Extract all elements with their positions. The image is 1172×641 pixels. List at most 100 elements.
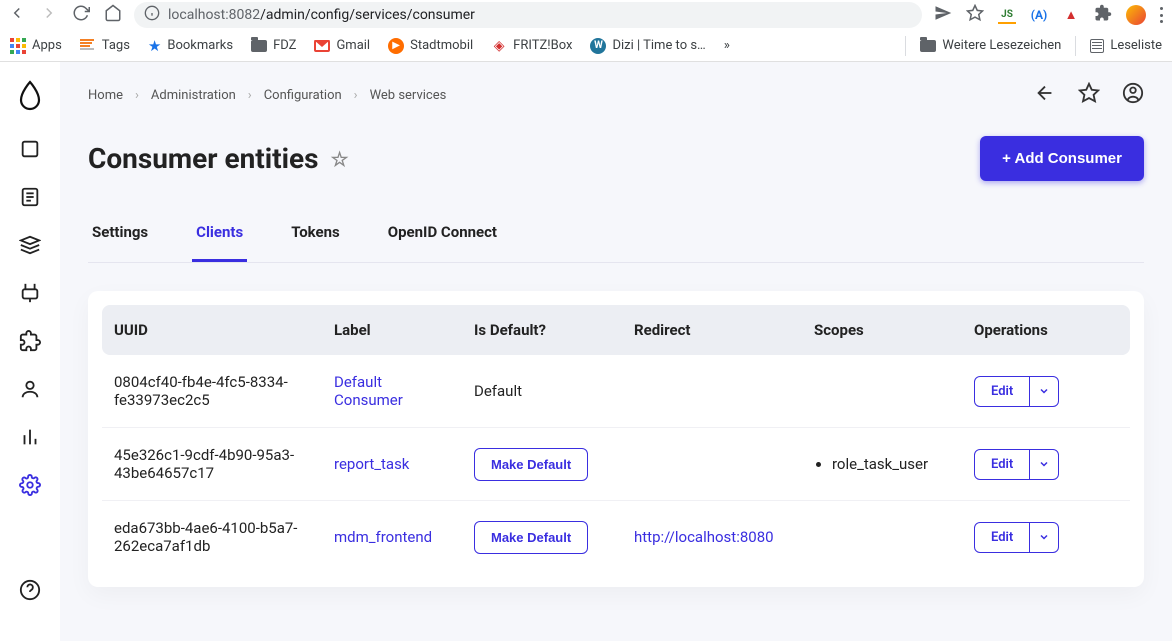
consumers-table-card: UUID Label Is Default? Redirect Scopes O…: [88, 291, 1144, 587]
admin-sidebar: [0, 62, 60, 641]
bookmark-tags[interactable]: Tags: [80, 38, 130, 53]
bookmark-apps[interactable]: Apps: [10, 38, 62, 54]
dropdown-toggle[interactable]: [1029, 377, 1058, 406]
chevron-right-icon: ›: [135, 88, 139, 103]
sidebar-item-content[interactable]: [19, 138, 41, 160]
menu-icon[interactable]: [1160, 7, 1164, 23]
sidebar-item-appearance[interactable]: [19, 234, 41, 256]
extension-alert-icon[interactable]: ▲: [1062, 6, 1080, 24]
extension-js-icon[interactable]: JS: [998, 6, 1016, 24]
tab-settings[interactable]: Settings: [88, 211, 152, 262]
tabs: Settings Clients Tokens OpenID Connect: [88, 211, 1144, 263]
bookmarks-bar: Apps Tags ★Bookmarks FDZ Gmail ▶Stadtmob…: [0, 30, 1172, 62]
main-content: Home › Administration › Configuration › …: [60, 62, 1172, 641]
forward-button[interactable]: [40, 4, 58, 26]
sidebar-item-config[interactable]: [19, 474, 41, 496]
bookmark-star-icon[interactable]: [966, 4, 984, 26]
dropdown-toggle[interactable]: [1029, 450, 1058, 479]
edit-button-label[interactable]: Edit: [975, 523, 1029, 552]
reload-button[interactable]: [72, 4, 90, 26]
breadcrumb-config[interactable]: Configuration: [264, 88, 342, 103]
table-row: eda673bb-4ae6-4100-b5a7-262eca7af1db mdm_…: [102, 501, 1130, 574]
cell-operations: Edit: [962, 355, 1130, 428]
cell-uuid: 0804cf40-fb4e-4fc5-8334-fe33973ec2c5: [102, 355, 322, 428]
bookmark-leseliste[interactable]: Leseliste: [1090, 38, 1162, 53]
favorite-star-button[interactable]: [1078, 82, 1100, 108]
send-icon[interactable]: [934, 4, 952, 26]
sidebar-item-modules[interactable]: [19, 330, 41, 352]
cell-redirect: [622, 355, 802, 428]
home-button[interactable]: [104, 4, 122, 26]
breadcrumb-home[interactable]: Home: [88, 88, 123, 103]
consumer-label-link[interactable]: Default Consumer: [334, 373, 403, 409]
bookmark-gmail[interactable]: Gmail: [314, 38, 370, 53]
make-default-button[interactable]: Make Default: [474, 448, 588, 481]
table-row: 0804cf40-fb4e-4fc5-8334-fe33973ec2c5 Defa…: [102, 355, 1130, 428]
extension-a-icon[interactable]: (A): [1030, 6, 1048, 24]
breadcrumb-webservices[interactable]: Web services: [370, 88, 447, 103]
edit-button-label[interactable]: Edit: [975, 377, 1029, 406]
col-scopes: Scopes: [802, 305, 962, 355]
cell-uuid: eda673bb-4ae6-4100-b5a7-262eca7af1db: [102, 501, 322, 574]
cell-label: Default Consumer: [322, 355, 462, 428]
chevron-right-icon: ›: [248, 88, 252, 103]
address-bar[interactable]: localhost:8082/admin/config/services/con…: [134, 2, 922, 28]
edit-dropbutton[interactable]: Edit: [974, 376, 1059, 407]
sidebar-item-extend[interactable]: [19, 282, 41, 304]
consumers-table: UUID Label Is Default? Redirect Scopes O…: [102, 305, 1130, 573]
cell-redirect: http://localhost:8080: [622, 501, 802, 574]
cell-is-default: Default: [462, 355, 622, 428]
browser-toolbar: localhost:8082/admin/config/services/con…: [0, 0, 1172, 30]
bookmark-stadtmobil[interactable]: ▶Stadtmobil: [388, 38, 473, 54]
tab-tokens[interactable]: Tokens: [287, 211, 344, 262]
col-redirect: Redirect: [622, 305, 802, 355]
col-operations: Operations: [962, 305, 1130, 355]
cell-is-default: Make Default: [462, 428, 622, 501]
user-account-button[interactable]: [1122, 82, 1144, 108]
sidebar-item-reports[interactable]: [19, 426, 41, 448]
bookmark-fritz[interactable]: ◈FRITZ!Box: [491, 38, 572, 54]
dropdown-toggle[interactable]: [1029, 523, 1058, 552]
consumer-label-link[interactable]: report_task: [334, 455, 409, 473]
site-info-icon[interactable]: [144, 5, 160, 25]
back-button[interactable]: [8, 4, 26, 26]
favorite-page-icon[interactable]: ☆: [331, 147, 349, 171]
sidebar-item-help[interactable]: [19, 579, 41, 601]
url-text: localhost:8082/admin/config/services/con…: [168, 7, 475, 23]
breadcrumb-admin[interactable]: Administration: [151, 88, 236, 103]
bookmark-weitere[interactable]: Weitere Lesezeichen: [920, 38, 1061, 53]
scope-item: role_task_user: [832, 455, 950, 473]
chevron-right-icon: ›: [354, 88, 358, 103]
back-arrow-button[interactable]: [1034, 82, 1056, 108]
bookmark-bookmarks[interactable]: ★Bookmarks: [148, 37, 233, 55]
make-default-button[interactable]: Make Default: [474, 521, 588, 554]
cell-scopes: [802, 501, 962, 574]
col-uuid: UUID: [102, 305, 322, 355]
bookmark-dizi[interactable]: WDizi | Time to s…: [590, 38, 705, 54]
col-default: Is Default?: [462, 305, 622, 355]
edit-dropbutton[interactable]: Edit: [974, 522, 1059, 553]
cell-scopes: role_task_user: [802, 428, 962, 501]
tab-openid-connect[interactable]: OpenID Connect: [384, 211, 501, 262]
edit-dropbutton[interactable]: Edit: [974, 449, 1059, 480]
edit-button-label[interactable]: Edit: [975, 450, 1029, 479]
cell-scopes: [802, 355, 962, 428]
cell-operations: Edit: [962, 501, 1130, 574]
sidebar-item-structure[interactable]: [19, 186, 41, 208]
sidebar-item-people[interactable]: [19, 378, 41, 400]
cell-redirect: [622, 428, 802, 501]
bookmark-fdz[interactable]: FDZ: [251, 38, 296, 53]
cell-uuid: 45e326c1-9cdf-4b90-95a3-43be64657c17: [102, 428, 322, 501]
tab-clients[interactable]: Clients: [192, 211, 247, 262]
bookmark-overflow[interactable]: »: [724, 38, 730, 53]
consumer-label-link[interactable]: mdm_frontend: [334, 528, 432, 546]
profile-avatar[interactable]: [1126, 5, 1146, 25]
breadcrumb: Home › Administration › Configuration › …: [88, 88, 446, 103]
extensions-icon[interactable]: [1094, 4, 1112, 26]
table-row: 45e326c1-9cdf-4b90-95a3-43be64657c17 repo…: [102, 428, 1130, 501]
cell-label: mdm_frontend: [322, 501, 462, 574]
drupal-logo[interactable]: [17, 80, 43, 112]
redirect-link[interactable]: http://localhost:8080: [634, 528, 774, 546]
add-consumer-button[interactable]: + Add Consumer: [980, 136, 1144, 181]
page-title: Consumer entities ☆: [88, 142, 349, 175]
